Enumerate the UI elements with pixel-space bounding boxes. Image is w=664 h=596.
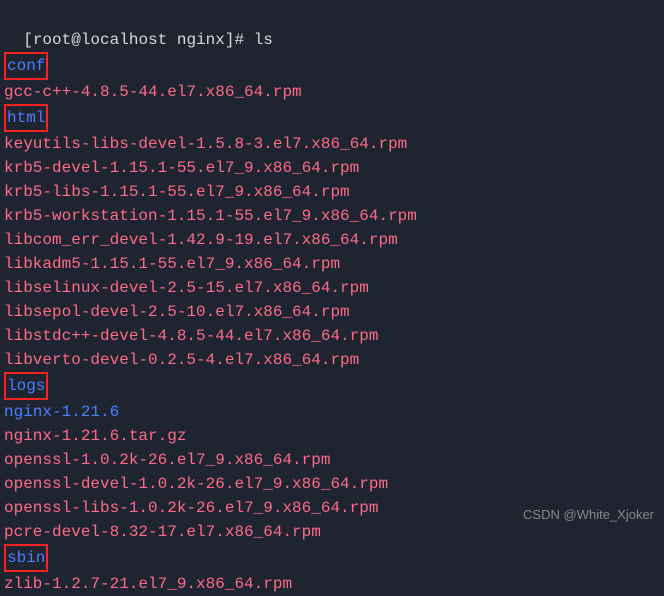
prompt-space2: [244, 31, 254, 49]
list-item: openssl-1.0.2k-26.el7_9.x86_64.rpm: [4, 448, 660, 472]
list-item: libverto-devel-0.2.5-4.el7.x86_64.rpm: [4, 348, 660, 372]
file-entry: openssl-devel-1.0.2k-26.el7_9.x86_64.rpm: [4, 475, 388, 493]
directory-entry: nginx-1.21.6: [4, 403, 119, 421]
prompt-open-bracket: [: [23, 31, 33, 49]
directory-entry: conf: [4, 52, 48, 80]
list-item: libsepol-devel-2.5-10.el7.x86_64.rpm: [4, 300, 660, 324]
prompt-line[interactable]: [root@localhost nginx]# ls: [4, 4, 660, 52]
list-item: openssl-devel-1.0.2k-26.el7_9.x86_64.rpm: [4, 472, 660, 496]
list-item: logs: [4, 372, 660, 400]
file-entry: pcre-devel-8.32-17.el7.x86_64.rpm: [4, 523, 321, 541]
list-item: gcc-c++-4.8.5-44.el7.x86_64.rpm: [4, 80, 660, 104]
list-item: libselinux-devel-2.5-15.el7.x86_64.rpm: [4, 276, 660, 300]
file-entry: libstdc++-devel-4.8.5-44.el7.x86_64.rpm: [4, 327, 378, 345]
prompt-host: localhost: [81, 31, 167, 49]
file-entry: libsepol-devel-2.5-10.el7.x86_64.rpm: [4, 303, 350, 321]
prompt-cwd: nginx: [177, 31, 225, 49]
prompt-space: [167, 31, 177, 49]
list-item: conf: [4, 52, 660, 80]
list-item: krb5-devel-1.15.1-55.el7_9.x86_64.rpm: [4, 156, 660, 180]
list-item: krb5-libs-1.15.1-55.el7_9.x86_64.rpm: [4, 180, 660, 204]
list-item: keyutils-libs-devel-1.5.8-3.el7.x86_64.r…: [4, 132, 660, 156]
list-item: libkadm5-1.15.1-55.el7_9.x86_64.rpm: [4, 252, 660, 276]
file-entry: libkadm5-1.15.1-55.el7_9.x86_64.rpm: [4, 255, 340, 273]
directory-entry: logs: [4, 372, 48, 400]
list-item: libcom_err_devel-1.42.9-19.el7.x86_64.rp…: [4, 228, 660, 252]
prompt-at: @: [71, 31, 81, 49]
file-entry: openssl-1.0.2k-26.el7_9.x86_64.rpm: [4, 451, 330, 469]
list-item: nginx-1.21.6: [4, 400, 660, 424]
file-entry: libverto-devel-0.2.5-4.el7.x86_64.rpm: [4, 351, 359, 369]
directory-entry: html: [4, 104, 48, 132]
list-item: html: [4, 104, 660, 132]
list-item: zlib-1.2.7-21.el7_9.x86_64.rpm: [4, 572, 660, 596]
prompt-symbol: #: [234, 31, 244, 49]
watermark: CSDN @White_Xjoker: [523, 505, 654, 525]
file-entry: krb5-devel-1.15.1-55.el7_9.x86_64.rpm: [4, 159, 359, 177]
file-entry: krb5-workstation-1.15.1-55.el7_9.x86_64.…: [4, 207, 417, 225]
file-entry: openssl-libs-1.0.2k-26.el7_9.x86_64.rpm: [4, 499, 378, 517]
file-entry: zlib-1.2.7-21.el7_9.x86_64.rpm: [4, 575, 292, 593]
file-entry: krb5-libs-1.15.1-55.el7_9.x86_64.rpm: [4, 183, 350, 201]
file-entry: gcc-c++-4.8.5-44.el7.x86_64.rpm: [4, 83, 302, 101]
list-item: libstdc++-devel-4.8.5-44.el7.x86_64.rpm: [4, 324, 660, 348]
directory-entry: sbin: [4, 544, 48, 572]
file-entry: nginx-1.21.6.tar.gz: [4, 427, 186, 445]
file-entry: libselinux-devel-2.5-15.el7.x86_64.rpm: [4, 279, 369, 297]
file-entry: libcom_err_devel-1.42.9-19.el7.x86_64.rp…: [4, 231, 398, 249]
prompt-user: root: [33, 31, 71, 49]
list-item: sbin: [4, 544, 660, 572]
command-text: ls: [254, 31, 273, 49]
list-item: nginx-1.21.6.tar.gz: [4, 424, 660, 448]
list-item: krb5-workstation-1.15.1-55.el7_9.x86_64.…: [4, 204, 660, 228]
file-entry: keyutils-libs-devel-1.5.8-3.el7.x86_64.r…: [4, 135, 407, 153]
